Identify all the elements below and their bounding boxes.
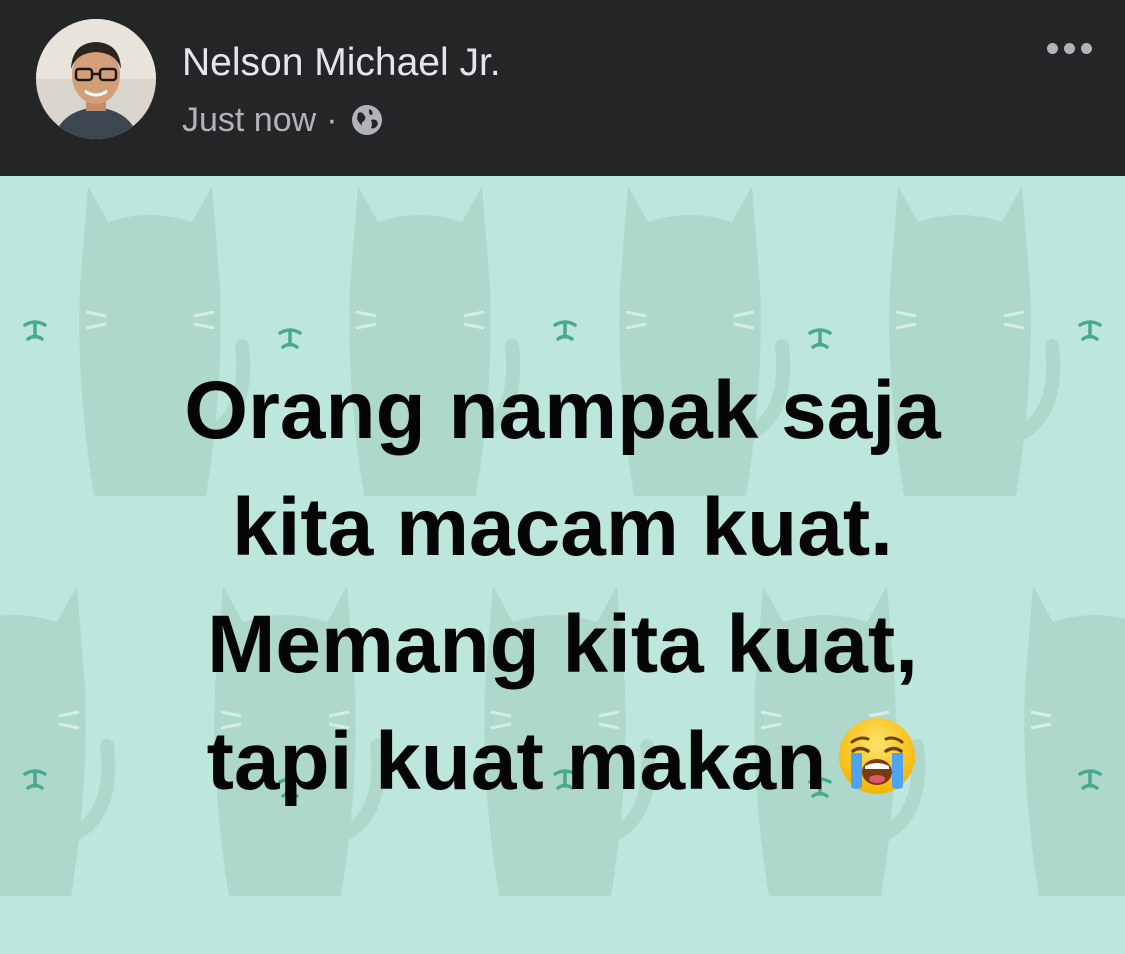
post-text-line-last: tapi kuat makan bbox=[0, 703, 1125, 820]
post-text-line: Memang kita kuat, bbox=[207, 599, 918, 690]
meta-separator: · bbox=[326, 100, 338, 139]
post-text-line: Orang nampak saja bbox=[184, 365, 941, 456]
more-horizontal-icon-dot bbox=[1080, 42, 1092, 54]
post-card: Nelson Michael Jr. Just now · Orang namp… bbox=[0, 0, 1125, 954]
timestamp[interactable]: Just now bbox=[182, 101, 316, 140]
more-horizontal-icon-dot bbox=[1063, 42, 1075, 54]
post-body: Orang nampak saja kita macam kuat. Meman… bbox=[0, 176, 1125, 954]
more-horizontal-icon-dot bbox=[1046, 42, 1058, 54]
post-text-line: kita macam kuat. bbox=[232, 482, 893, 573]
post-text-line: tapi kuat makan bbox=[206, 716, 827, 807]
post-header: Nelson Michael Jr. Just now · bbox=[0, 0, 1125, 176]
globe-icon[interactable] bbox=[350, 103, 384, 137]
post-text: Orang nampak saja kita macam kuat. Meman… bbox=[0, 352, 1125, 820]
crying-face-emoji-icon bbox=[836, 711, 918, 794]
post-meta: Just now · bbox=[182, 98, 384, 142]
more-options-button[interactable] bbox=[1041, 30, 1097, 66]
author-name[interactable]: Nelson Michael Jr. bbox=[182, 40, 501, 86]
avatar[interactable] bbox=[36, 19, 156, 139]
